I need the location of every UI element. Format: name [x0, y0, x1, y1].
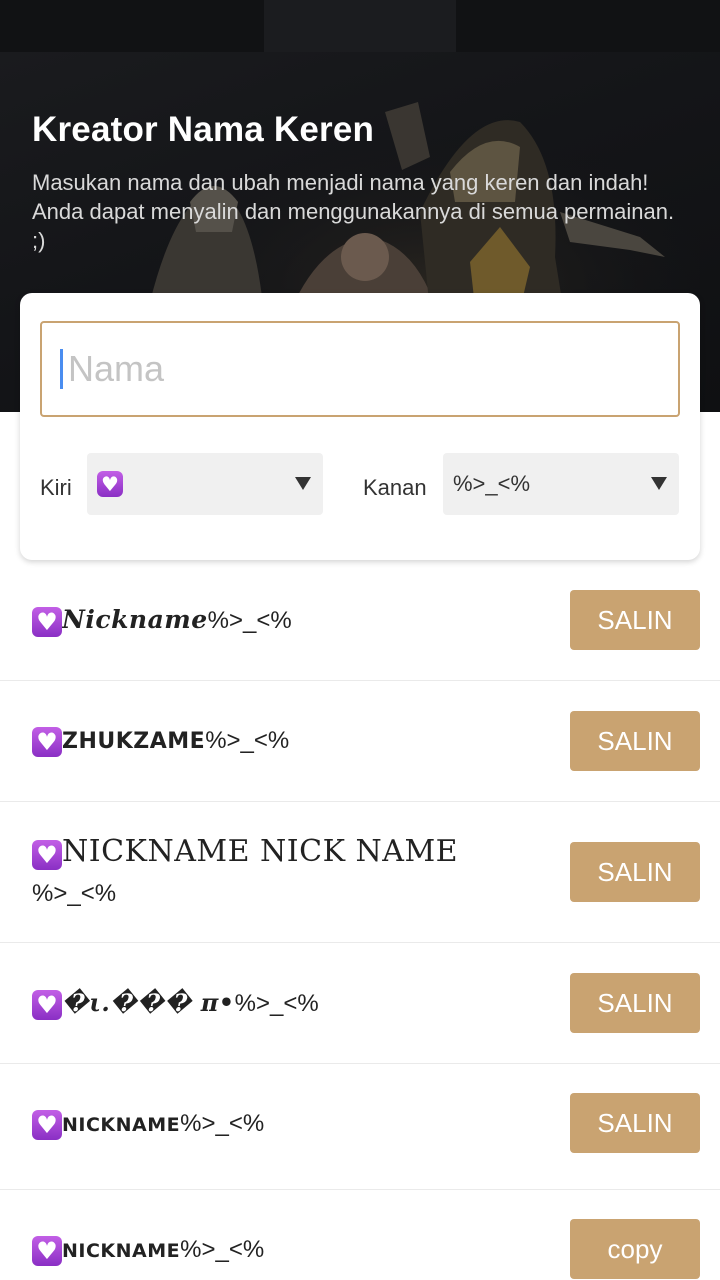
result-row: NICKNAME%>_<% copy [0, 1190, 720, 1280]
result-text: NICKNAME%>_<% [32, 1230, 472, 1271]
purple-heart-icon [32, 839, 62, 870]
purple-heart-icon [32, 989, 62, 1020]
result-row: �ι.��� π•%>_<% SALIN [0, 943, 720, 1064]
result-text: �ι.��� π•%>_<% [32, 983, 472, 1024]
result-text: NICKNAME%>_<% [32, 1104, 472, 1145]
right-decoration-label: Kanan [363, 475, 427, 500]
purple-heart-icon [32, 606, 62, 637]
left-decoration-label: Kiri [40, 475, 72, 500]
status-bar-tile [264, 0, 456, 52]
right-decoration-select[interactable]: %>_<% [443, 453, 679, 515]
name-generator-card: Kiri Kanan %>_<% [20, 293, 700, 560]
nickname-suffix: %>_<% [234, 990, 319, 1017]
copy-button[interactable]: SALIN [570, 711, 700, 771]
purple-heart-icon [97, 471, 123, 497]
page-title: Kreator Nama Keren [32, 110, 375, 149]
styled-nickname: NICKNAME NICK NAME [62, 834, 459, 869]
styled-nickname: Nickname [62, 605, 208, 634]
copy-button[interactable]: SALIN [570, 973, 700, 1033]
result-row: Nickname%>_<% SALIN [0, 560, 720, 681]
copy-button[interactable]: copy [570, 1219, 700, 1279]
dropdown-arrow-icon [295, 477, 311, 490]
result-row: ZHUKZAME%>_<% SALIN [0, 681, 720, 802]
purple-heart-icon [32, 726, 62, 757]
name-input[interactable] [40, 321, 680, 417]
copy-button[interactable]: SALIN [570, 590, 700, 650]
result-row: NICKNAME%>_<% SALIN [0, 1064, 720, 1190]
dropdown-arrow-icon [651, 477, 667, 490]
nickname-suffix: %>_<% [207, 607, 292, 634]
result-text: ZHUKZAME%>_<% [32, 721, 472, 762]
status-bar [0, 0, 720, 52]
right-decoration-value: %>_<% [453, 471, 531, 496]
purple-heart-icon [32, 1109, 62, 1140]
nickname-suffix: %>_<% [180, 1236, 265, 1263]
left-decoration-select[interactable] [87, 453, 323, 515]
styled-nickname: NICKNAME [62, 1240, 181, 1262]
result-text: NICKNAME NICK NAME %>_<% [32, 832, 472, 914]
styled-nickname: �ι.��� π• [62, 988, 235, 1017]
styled-nickname: ZHUKZAME [62, 729, 206, 754]
page-description: Masukan nama dan ubah menjadi nama yang … [32, 170, 675, 253]
nickname-suffix: %>_<% [205, 727, 290, 754]
copy-button[interactable]: SALIN [570, 842, 700, 902]
result-row: NICKNAME NICK NAME %>_<% SALIN [0, 802, 720, 943]
result-text: Nickname%>_<% [32, 600, 472, 641]
nickname-suffix: %>_<% [32, 880, 117, 907]
styled-nickname: NICKNAME [62, 1114, 181, 1136]
nickname-suffix: %>_<% [180, 1110, 265, 1137]
copy-button[interactable]: SALIN [570, 1093, 700, 1153]
text-caret [60, 349, 63, 389]
purple-heart-icon [32, 1235, 62, 1266]
